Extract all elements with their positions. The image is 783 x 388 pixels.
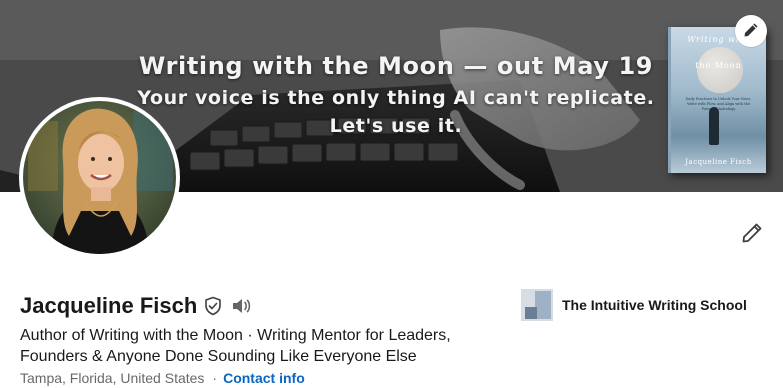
pencil-icon xyxy=(741,222,763,247)
headline-line-1: Author of Writing with the Moon · Writin… xyxy=(20,327,451,344)
pencil-icon xyxy=(743,22,759,41)
headline-line-2: Founders & Anyone Done Sounding Like Eve… xyxy=(20,348,417,365)
profile-name: Jacqueline Fisch xyxy=(20,293,198,318)
current-company[interactable]: The Intuitive Writing School xyxy=(521,289,747,321)
location-row: Tampa, Florida, United States · Contact … xyxy=(20,370,305,386)
logo-block-1 xyxy=(535,291,551,319)
banner-headline: Writing with the Moon — out May 19 xyxy=(138,52,654,80)
silhouette-figure xyxy=(709,107,719,145)
book-cover-image: Writing with the Moon Daily Practices to… xyxy=(668,27,766,173)
shield-check-icon[interactable] xyxy=(203,296,223,316)
separator: · xyxy=(212,370,218,386)
name-row: Jacqueline Fisch xyxy=(20,292,253,320)
logo-block-2 xyxy=(525,307,537,319)
company-logo xyxy=(521,289,553,321)
edit-cover-button[interactable] xyxy=(735,15,767,47)
banner-tagline-2: Let's use it. xyxy=(329,115,463,137)
company-name: The Intuitive Writing School xyxy=(562,297,747,313)
moon-illustration xyxy=(697,47,743,93)
banner-tagline: Your voice is the only thing AI can't re… xyxy=(137,87,655,109)
profile-headline: Author of Writing with the Moon · Writin… xyxy=(20,325,490,367)
book-author: Jacqueline Fisch xyxy=(685,158,752,166)
contact-info-link[interactable]: Contact info xyxy=(223,370,305,386)
speaker-icon[interactable] xyxy=(231,296,253,316)
profile-photo[interactable] xyxy=(19,97,180,258)
edit-intro-button[interactable] xyxy=(736,218,768,250)
avatar xyxy=(23,101,176,254)
profile-location: Tampa, Florida, United States xyxy=(20,370,205,386)
book-title-main: the Moon xyxy=(695,61,742,70)
